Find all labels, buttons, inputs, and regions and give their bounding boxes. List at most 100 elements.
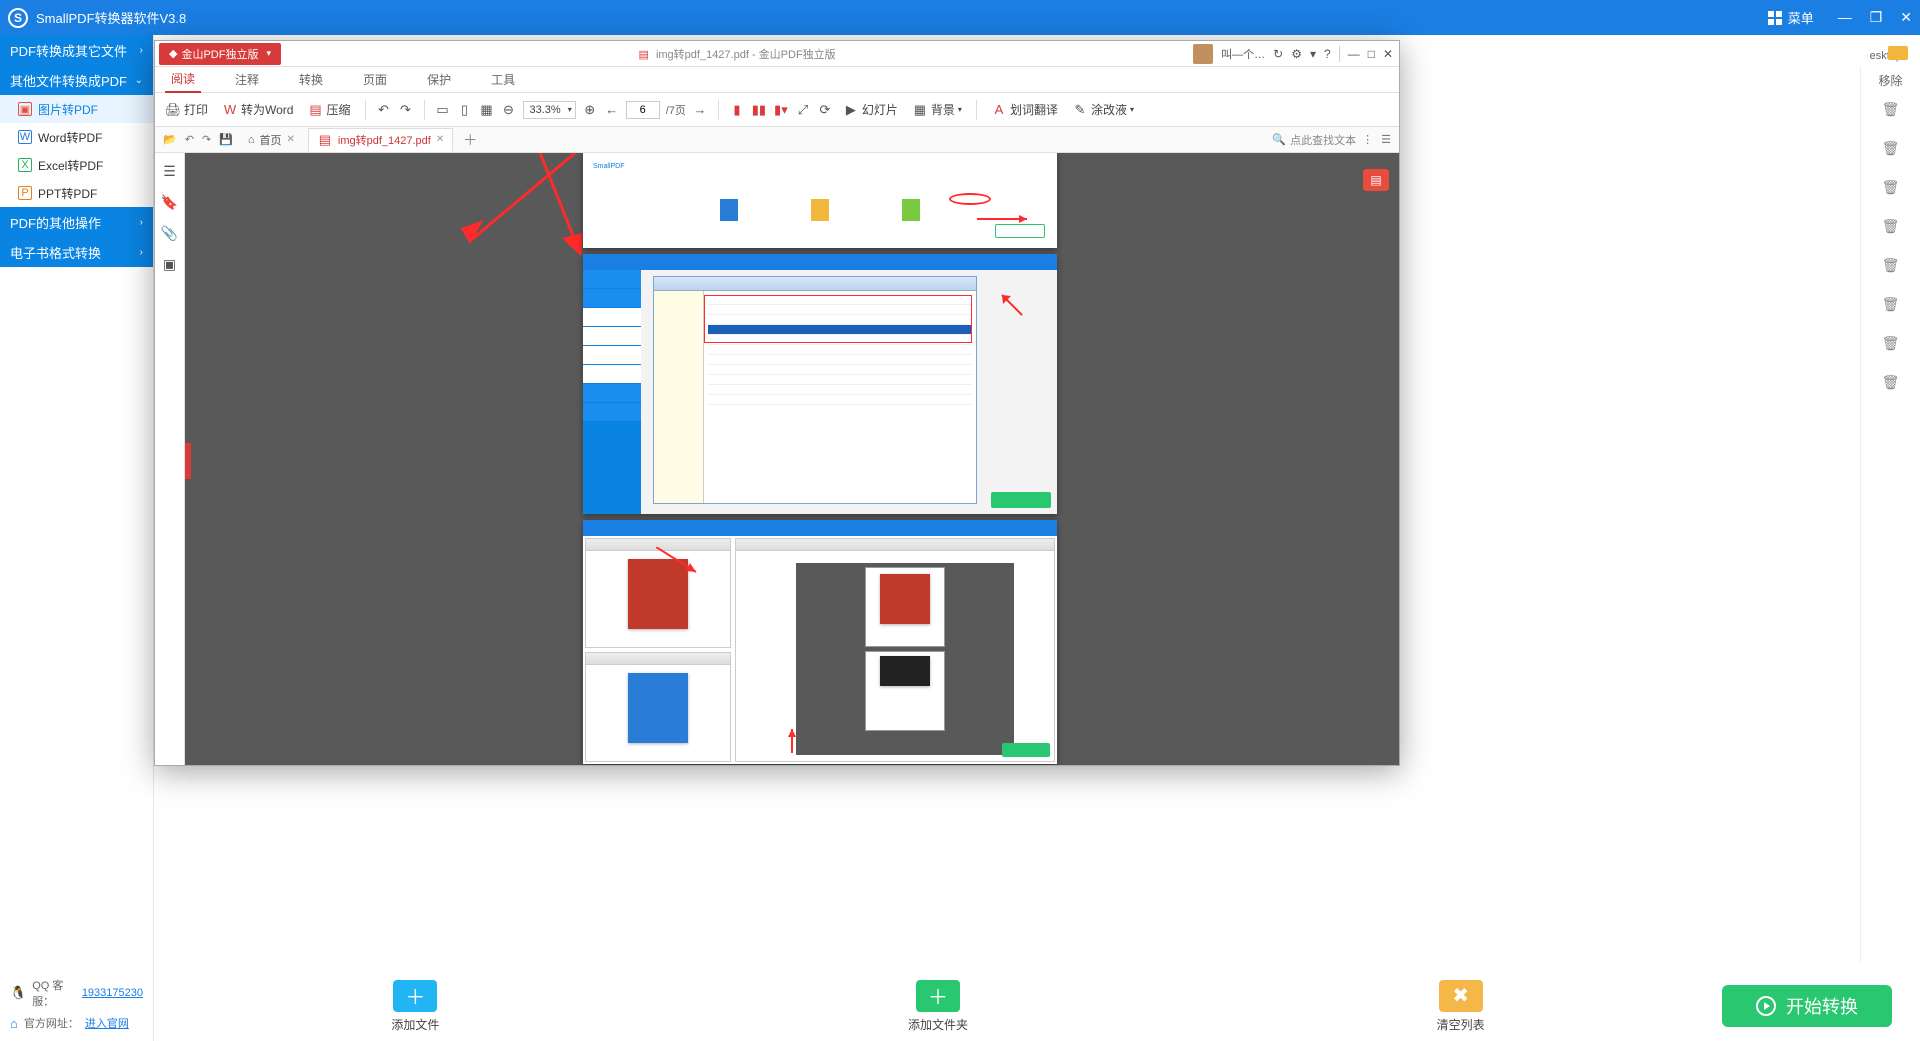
trash-icon[interactable]: 🗑 bbox=[1882, 257, 1900, 274]
translate-button[interactable]: A划词翻译 bbox=[987, 98, 1062, 121]
avatar[interactable] bbox=[1193, 44, 1213, 64]
app-badge[interactable]: ◆ 金山PDF独立版 bbox=[159, 43, 281, 65]
minimize-button[interactable]: — bbox=[1838, 9, 1852, 26]
close-button[interactable]: ✕ bbox=[1383, 47, 1393, 61]
desktop-folder-icon[interactable] bbox=[1888, 46, 1908, 60]
document-title: ▤ img转pdf_1427.pdf - 金山PDF独立版 bbox=[281, 46, 1193, 62]
zoom-in-button[interactable]: ⊕ bbox=[582, 102, 598, 118]
list-icon[interactable]: ☰ bbox=[1379, 131, 1393, 148]
trash-icon[interactable]: 🗑 bbox=[1882, 374, 1900, 391]
sidebar: PDF转换成其它文件 › 其他文件转换成PDF ⌄ ▣ 图片转PDF W Wor… bbox=[0, 35, 154, 1041]
trash-icon[interactable]: 🗑 bbox=[1882, 101, 1900, 118]
slideshow-button[interactable]: ▶幻灯片 bbox=[839, 98, 902, 121]
redo-button[interactable]: ↷ bbox=[398, 102, 414, 118]
sidebar-cat-pdf-other-ops[interactable]: PDF的其他操作 › bbox=[0, 207, 153, 237]
two-page-icon[interactable]: ▮▮ bbox=[751, 102, 767, 118]
add-tab-button[interactable]: ＋ bbox=[457, 130, 483, 150]
add-file-button[interactable]: ＋ 添加文件 bbox=[154, 980, 677, 1033]
folder-open-icon[interactable]: 📂 bbox=[161, 131, 179, 148]
minimize-button[interactable]: — bbox=[1348, 47, 1360, 61]
chevron-right-icon: › bbox=[140, 45, 143, 56]
clear-list-button[interactable]: ✖ 清空列表 bbox=[1199, 980, 1722, 1033]
image-icon: ▣ bbox=[18, 102, 32, 116]
tabbar: 📂 ↶ ↷ 💾 ⌂ 首页 ✕ ▤ img转pdf_1427.pdf ✕ ＋ 🔍 … bbox=[155, 127, 1399, 153]
close-icon[interactable]: ✕ bbox=[287, 134, 295, 145]
prev-page-button[interactable]: ← bbox=[604, 102, 620, 118]
zoom-select[interactable]: 33.3% bbox=[523, 101, 576, 119]
forward-icon[interactable]: ↷ bbox=[200, 131, 213, 148]
compress-icon: ▤ bbox=[307, 102, 323, 118]
trash-icon[interactable]: 🗑 bbox=[1882, 335, 1900, 352]
stamp-icon[interactable]: ▣ bbox=[163, 256, 176, 273]
skin-icon[interactable]: ▾ bbox=[1310, 47, 1316, 61]
chevron-right-icon: › bbox=[140, 247, 143, 258]
undo-button[interactable]: ↶ bbox=[376, 102, 392, 118]
drag-handle[interactable] bbox=[185, 443, 191, 479]
trash-icon[interactable]: 🗑 bbox=[1882, 140, 1900, 157]
maximize-button[interactable]: □ bbox=[1368, 47, 1375, 61]
maximize-button[interactable]: ❐ bbox=[1870, 9, 1883, 26]
close-button[interactable]: ✕ bbox=[1900, 9, 1912, 26]
refresh-icon[interactable]: ↻ bbox=[1273, 47, 1283, 61]
site-link[interactable]: 进入官网 bbox=[85, 1015, 129, 1031]
menu-read[interactable]: 阅读 bbox=[165, 66, 201, 93]
next-page-button[interactable]: → bbox=[692, 102, 708, 118]
fit-page-icon[interactable]: ▯ bbox=[457, 102, 473, 118]
single-page-icon[interactable]: ▮ bbox=[729, 102, 745, 118]
print-button[interactable]: 🖨打印 bbox=[161, 98, 212, 121]
more-icon[interactable]: ⋮ bbox=[1360, 131, 1375, 148]
outline-icon[interactable]: ☰ bbox=[163, 163, 176, 180]
thumbnails-icon[interactable]: ▦ bbox=[479, 102, 495, 118]
qq-icon: 🐧 bbox=[10, 985, 26, 1001]
sidebar-cat-other-to-pdf[interactable]: 其他文件转换成PDF ⌄ bbox=[0, 65, 153, 95]
attach-icon[interactable]: 📎 bbox=[161, 225, 178, 242]
page-input[interactable] bbox=[626, 101, 660, 119]
to-word-button[interactable]: W转为Word bbox=[218, 98, 297, 121]
qq-link[interactable]: 1933175230 bbox=[82, 987, 143, 999]
fit-width-icon[interactable]: ▭ bbox=[435, 102, 451, 118]
erase-button[interactable]: ✎涂改液▾ bbox=[1068, 98, 1138, 121]
sidebar-item-image-to-pdf[interactable]: ▣ 图片转PDF bbox=[0, 95, 153, 123]
menu-protect[interactable]: 保护 bbox=[421, 67, 457, 92]
zoom-out-button[interactable]: ⊖ bbox=[501, 102, 517, 118]
sidebar-item-ppt-to-pdf[interactable]: P PPT转PDF bbox=[0, 179, 153, 207]
tab-home[interactable]: ⌂ 首页 ✕ bbox=[239, 128, 304, 152]
pdfwin-titlebar: ◆ 金山PDF独立版 ▤ img转pdf_1427.pdf - 金山PDF独立版… bbox=[155, 41, 1399, 67]
trash-icon[interactable]: 🗑 bbox=[1882, 296, 1900, 313]
compress-button[interactable]: ▤压缩 bbox=[303, 98, 354, 121]
menu-button[interactable]: 菜单 bbox=[1754, 8, 1828, 27]
menu-annotate[interactable]: 注释 bbox=[229, 67, 265, 92]
sidebar-cat-label: PDF的其他操作 bbox=[10, 213, 101, 232]
add-folder-icon: ＋ bbox=[916, 980, 960, 1012]
add-folder-button[interactable]: ＋ 添加文件夹 bbox=[677, 980, 1200, 1033]
search-hint[interactable]: 🔍 点此查找文本 bbox=[1272, 132, 1356, 148]
float-tool-icon[interactable]: ▤ bbox=[1363, 169, 1389, 191]
rotate-icon[interactable]: ⟳ bbox=[817, 102, 833, 118]
sidebar-cat-ebook-convert[interactable]: 电子书格式转换 › bbox=[0, 237, 153, 267]
sidebar-cat-pdf-to-other[interactable]: PDF转换成其它文件 › bbox=[0, 35, 153, 65]
sidebar-item-word-to-pdf[interactable]: W Word转PDF bbox=[0, 123, 153, 151]
app-title: SmallPDF转换器软件V3.8 bbox=[36, 8, 1754, 27]
tab-file[interactable]: ▤ img转pdf_1427.pdf ✕ bbox=[308, 128, 453, 152]
sidebar-item-label: PPT转PDF bbox=[38, 185, 97, 202]
fullscreen-icon[interactable]: ⤢ bbox=[795, 102, 811, 118]
grid-icon bbox=[1768, 11, 1782, 25]
trash-icon[interactable]: 🗑 bbox=[1882, 218, 1900, 235]
continuous-icon[interactable]: ▮▾ bbox=[773, 102, 789, 118]
slideshow-icon: ▶ bbox=[843, 102, 859, 118]
menu-page[interactable]: 页面 bbox=[357, 67, 393, 92]
word-icon: W bbox=[222, 102, 238, 118]
back-icon[interactable]: ↶ bbox=[183, 131, 196, 148]
trash-icon[interactable]: 🗑 bbox=[1882, 179, 1900, 196]
help-icon[interactable]: ? bbox=[1324, 47, 1331, 61]
sidebar-item-excel-to-pdf[interactable]: X Excel转PDF bbox=[0, 151, 153, 179]
close-icon[interactable]: ✕ bbox=[436, 134, 444, 145]
menu-convert[interactable]: 转换 bbox=[293, 67, 329, 92]
bookmark-icon[interactable]: 🔖 bbox=[161, 194, 178, 211]
background-button[interactable]: ▦背景▾ bbox=[908, 98, 966, 121]
menu-tools[interactable]: 工具 bbox=[485, 67, 521, 92]
start-convert-button[interactable]: 开始转换 bbox=[1722, 985, 1892, 1027]
gear-icon[interactable]: ⚙ bbox=[1291, 47, 1302, 61]
page-canvas[interactable]: ▤ SmallPDF bbox=[185, 153, 1399, 765]
save-icon[interactable]: 💾 bbox=[217, 131, 235, 148]
